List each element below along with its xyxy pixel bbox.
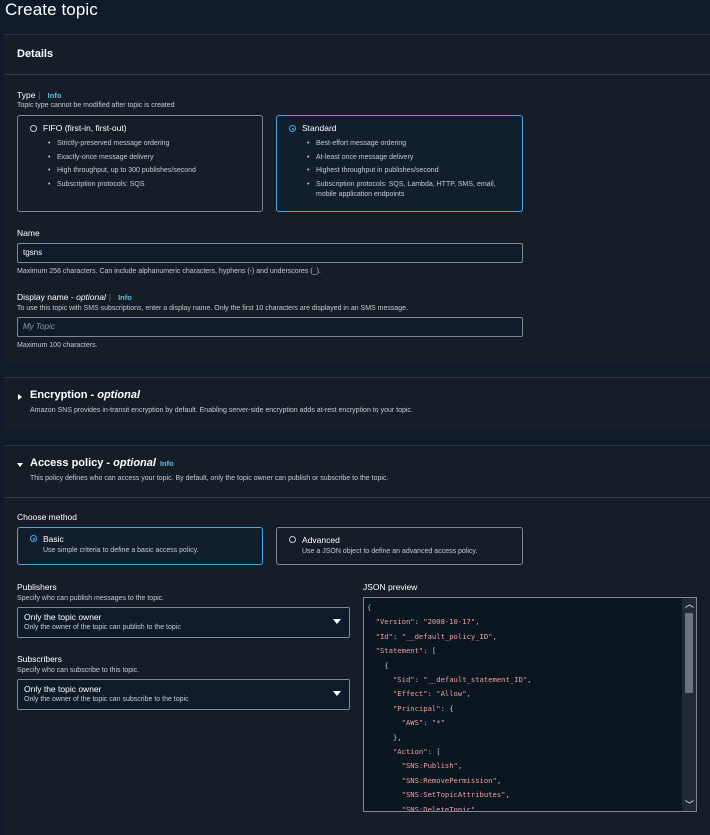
type-info-link[interactable]: Info bbox=[48, 91, 62, 100]
type-label: Type | Info bbox=[17, 90, 62, 100]
standard-features: Best-effort message ordering At-least on… bbox=[307, 137, 517, 200]
display-name-desc: To use this topic with SMS subscriptions… bbox=[17, 305, 409, 312]
scroll-up-icon[interactable]: ︿ bbox=[685, 600, 694, 609]
json-line: "SNS:Publish", bbox=[401, 761, 463, 771]
chevron-down-icon bbox=[333, 691, 341, 696]
chevron-down-icon bbox=[333, 619, 341, 624]
advanced-method-tile[interactable]: Advanced Use a JSON object to define an … bbox=[276, 527, 523, 565]
encryption-desc: Amazon SNS provides in-transit encryptio… bbox=[30, 407, 413, 414]
display-name-input[interactable]: My Topic bbox=[17, 317, 523, 337]
display-name-label: Display name - optional | Info bbox=[17, 292, 132, 302]
json-line: "AWS": "*" bbox=[401, 718, 445, 728]
json-line: "SNS:SetTopicAttributes", bbox=[401, 790, 510, 800]
advanced-desc: Use a JSON object to define an advanced … bbox=[302, 548, 478, 555]
scroll-thumb[interactable] bbox=[685, 613, 693, 693]
json-preview-label: JSON preview bbox=[363, 582, 418, 592]
json-line: "Id": "__default_policy_ID", bbox=[375, 631, 497, 641]
name-label: Name bbox=[17, 228, 40, 238]
display-name-info-link[interactable]: Info bbox=[118, 293, 132, 302]
access-policy-info-link[interactable]: Info bbox=[160, 459, 174, 468]
basic-desc: Use simple criteria to define a basic ac… bbox=[43, 547, 199, 554]
json-scrollbar[interactable]: ︿ ﹀ bbox=[682, 598, 696, 811]
fifo-features: Strictly-preserved message ordering Exac… bbox=[48, 137, 258, 191]
standard-title: Standard bbox=[302, 123, 337, 133]
encryption-panel: Encryption - optional Amazon SNS provide… bbox=[4, 377, 710, 430]
json-line: }, bbox=[367, 732, 402, 742]
choose-method-label: Choose method bbox=[17, 512, 78, 522]
publishers-desc: Specify who can publish messages to the … bbox=[17, 595, 165, 602]
access-policy-desc: This policy defines who can access your … bbox=[30, 475, 389, 482]
json-preview-code: { "Version": "2008-10-17", "Id": "__defa… bbox=[364, 598, 696, 812]
encryption-heading[interactable]: Encryption - optional bbox=[30, 389, 140, 401]
advanced-title: Advanced bbox=[302, 535, 340, 545]
scroll-down-icon[interactable]: ﹀ bbox=[685, 801, 694, 810]
json-preview-editor[interactable]: { "Version": "2008-10-17", "Id": "__defa… bbox=[363, 597, 697, 812]
json-line: "Version": "2008-10-17", bbox=[375, 617, 480, 627]
standard-radio[interactable] bbox=[289, 125, 296, 132]
json-line: { bbox=[367, 660, 389, 670]
json-line: "SNS:RemovePermission", bbox=[401, 775, 502, 785]
list-item: Subscription protocols: SQS, Lambda, HTT… bbox=[307, 178, 517, 200]
list-item: Exactly-once message delivery bbox=[48, 151, 258, 165]
basic-title: Basic bbox=[43, 534, 64, 544]
page-title: Create topic bbox=[5, 0, 98, 19]
subscribers-label: Subscribers bbox=[17, 654, 62, 664]
type-desc: Topic type cannot be modified after topi… bbox=[17, 102, 175, 109]
basic-radio[interactable] bbox=[30, 535, 37, 542]
fifo-radio[interactable] bbox=[30, 125, 37, 132]
name-hint: Maximum 256 characters. Can include alph… bbox=[17, 268, 321, 275]
details-panel: Details Type | Info Topic type cannot be m… bbox=[4, 34, 710, 364]
publishers-label: Publishers bbox=[17, 582, 57, 592]
advanced-radio[interactable] bbox=[289, 536, 296, 543]
basic-method-tile[interactable]: Basic Use simple criteria to define a ba… bbox=[17, 527, 263, 565]
expand-icon[interactable] bbox=[18, 394, 22, 400]
json-line: { bbox=[367, 603, 372, 612]
subscribers-select[interactable]: Only the topic owner Only the owner of t… bbox=[17, 679, 350, 710]
list-item: Highest throughput in publishes/second bbox=[307, 164, 517, 178]
list-item: Best-effort message ordering bbox=[307, 137, 517, 151]
fifo-tile[interactable]: FIFO (first-in, first-out) Strictly-pres… bbox=[17, 115, 263, 212]
access-policy-heading[interactable]: Access policy - optional Info bbox=[30, 457, 174, 469]
json-line: "Action": [ bbox=[392, 747, 441, 757]
collapse-icon[interactable] bbox=[17, 463, 23, 467]
list-item: Strictly-preserved message ordering bbox=[48, 137, 258, 151]
list-item: High throughput, up to 300 publishes/sec… bbox=[48, 164, 258, 178]
display-name-hint: Maximum 100 characters. bbox=[17, 342, 98, 349]
name-input[interactable]: tgsns bbox=[17, 243, 523, 263]
json-line: "SNS:DeleteTopic", bbox=[401, 804, 480, 812]
json-line: "Sid": "__default_statement_ID", bbox=[392, 675, 532, 685]
standard-tile[interactable]: Standard Best-effort message ordering At… bbox=[276, 115, 523, 212]
list-item: Subscription protocols: SQS bbox=[48, 178, 258, 192]
fifo-title: FIFO (first-in, first-out) bbox=[43, 123, 127, 133]
subscribers-desc: Specify who can subscribe to this topic. bbox=[17, 667, 140, 674]
list-item: At-least once message delivery bbox=[307, 151, 517, 165]
json-line: "Effect": "Allow", bbox=[392, 689, 471, 699]
details-heading: Details bbox=[17, 48, 54, 60]
json-line: "Statement": [ bbox=[375, 646, 437, 656]
publishers-select[interactable]: Only the topic owner Only the owner of t… bbox=[17, 607, 350, 638]
json-line: "Principal": { bbox=[392, 703, 454, 713]
